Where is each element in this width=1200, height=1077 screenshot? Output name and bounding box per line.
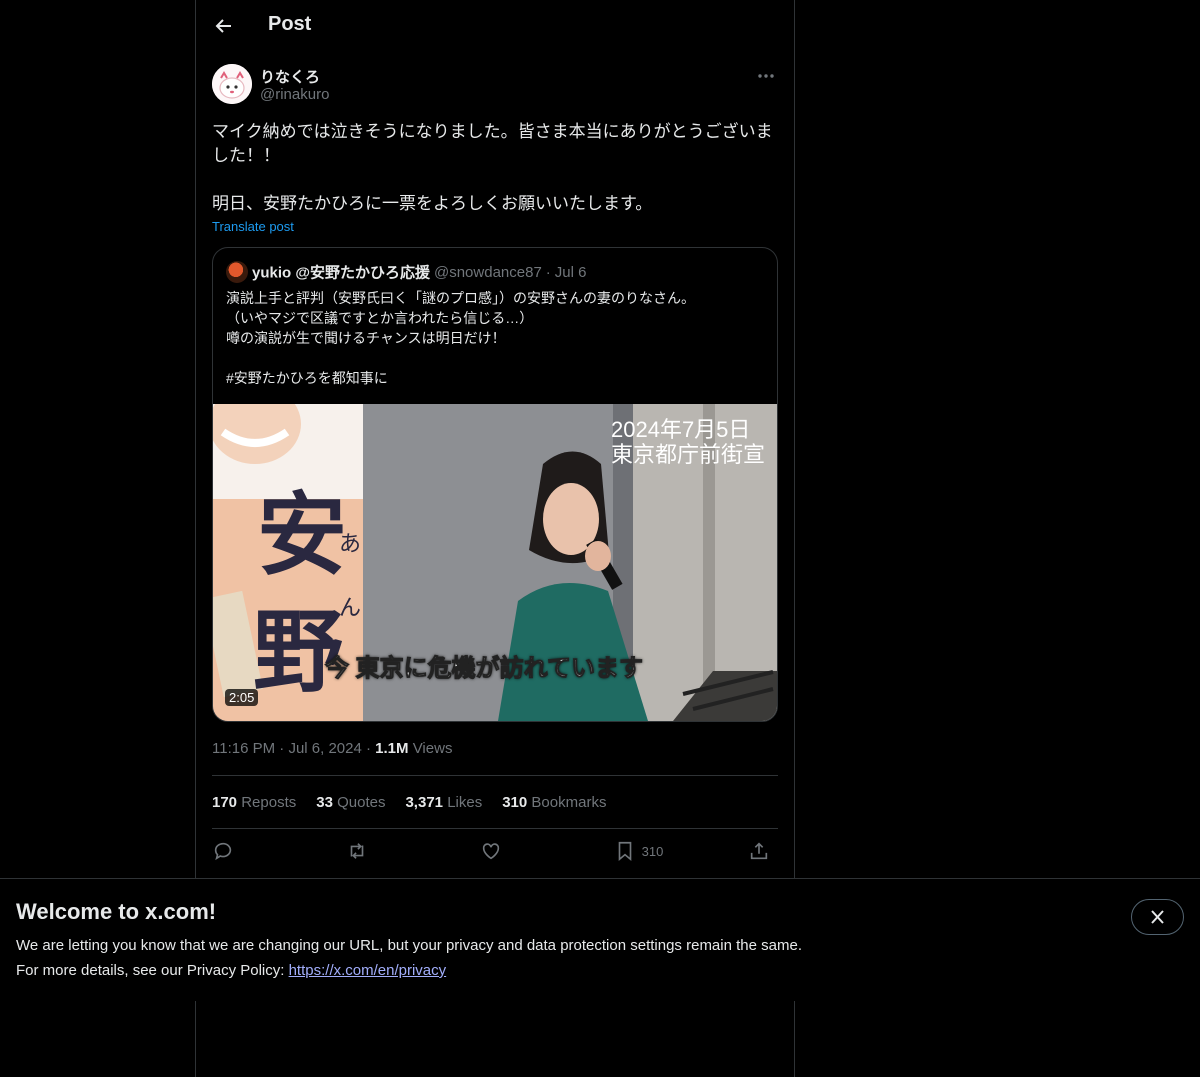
video-caption-place: 東京都庁前街宣: [611, 442, 766, 467]
avatar[interactable]: [212, 64, 252, 104]
reposts-stat[interactable]: 170 Reposts: [212, 794, 296, 811]
close-banner-button[interactable]: [1131, 899, 1184, 935]
reply-icon: [214, 842, 232, 861]
close-icon: [1151, 910, 1164, 924]
post-timestamp: 11:16 PM · Jul 6, 2024 · 1.1M Views: [212, 740, 452, 757]
back-button[interactable]: [210, 12, 238, 40]
repost-icon: [350, 843, 364, 859]
welcome-banner: Welcome to x.com! We are letting you kno…: [0, 878, 1200, 1001]
quoted-text-line: 演説上手と評判（安野氏曰く「謎のプロ感」）の安野さんの妻のりなさん。: [226, 290, 695, 306]
privacy-policy-link[interactable]: https://x.com/en/privacy: [289, 962, 447, 979]
banner-policy-line: For more details, see our Privacy Policy…: [16, 962, 446, 979]
views-count: 1.1M: [375, 740, 409, 757]
banner-character: あ: [339, 531, 362, 556]
quoted-date: Jul 6: [554, 263, 587, 281]
post-date[interactable]: Jul 6, 2024: [288, 740, 361, 757]
post-author: りなくろ @rinakuro: [212, 64, 778, 106]
separator-dot: ·: [366, 740, 376, 757]
share-button[interactable]: [748, 840, 770, 864]
post-header: Post: [196, 0, 794, 53]
page-title: Post: [268, 13, 312, 35]
more-button[interactable]: [754, 64, 778, 88]
divider: [212, 828, 778, 829]
post-text-line: 明日、安野たかひろに一票をよろしくお願いいたします。: [212, 194, 653, 213]
video-player[interactable]: 2024年7月5日 東京都庁前街宣 安 野 あ ん 今 東京に危機が訪れています…: [213, 404, 777, 721]
bookmarks-stat[interactable]: 310 Bookmarks: [502, 794, 606, 811]
video-duration: 2:05: [225, 689, 259, 706]
quoted-text: 演説上手と評判（安野氏曰く「謎のプロ感」）の安野さんの妻のりなさん。 （いやマジ…: [226, 288, 766, 388]
like-icon: [482, 843, 500, 860]
quoted-text-line: （いやマジで区議ですとか言われたら信じる…）: [226, 310, 534, 326]
banner-message: We are letting you know that we are chan…: [16, 937, 802, 954]
divider: [212, 775, 778, 776]
banner-character: 野: [253, 599, 343, 705]
translate-post-link[interactable]: Translate post: [212, 219, 294, 234]
banner-character: 安: [257, 482, 347, 588]
likes-stat[interactable]: 3,371 Likes: [405, 794, 482, 811]
hashtag-link[interactable]: #安野たかひろを都知事に: [226, 368, 766, 388]
bookmark-button[interactable]: 310: [614, 840, 663, 864]
bookmark-count: 310: [641, 843, 664, 859]
post-stats: 170 Reposts 33 Quotes 3,371 Likes 310 Bookm…: [212, 794, 626, 811]
quotes-stat[interactable]: 33 Quotes: [316, 794, 385, 811]
post-text-line: マイク納めでは泣きそうになりました。皆さま本当にありがとうございました！！: [212, 122, 773, 165]
quoted-text-line: 噂の演説が生で聞けるチャンスは明日だけ！: [226, 330, 506, 346]
more-icon: [758, 74, 774, 78]
post-text: マイク納めでは泣きそうになりました。皆さま本当にありがとうございました！！ 明日…: [212, 120, 778, 216]
display-name[interactable]: りなくろ: [260, 66, 320, 87]
banner-title: Welcome to x.com!: [16, 899, 217, 924]
user-handle[interactable]: @rinakuro: [260, 86, 329, 103]
avatar-illustration: [212, 64, 252, 104]
video-subtitle: 今 東京に危機が訪れています: [325, 655, 644, 683]
quoted-display-name: yukio @安野たかひろ応援: [252, 264, 430, 282]
views-label: Views: [412, 740, 453, 757]
action-bar: 310: [212, 840, 778, 868]
post-time[interactable]: 11:16 PM: [212, 740, 275, 757]
like-button[interactable]: [480, 840, 502, 864]
repost-button[interactable]: [346, 840, 368, 864]
banner-policy-text: For more details, see our Privacy Policy…: [16, 962, 289, 979]
quoted-avatar[interactable]: [226, 261, 248, 283]
quoted-post-header: yukio @安野たかひろ応援 @snowdance87 · Jul 6: [226, 261, 586, 283]
share-icon: [750, 842, 768, 860]
separator-dot: ·: [545, 263, 551, 281]
quoted-post[interactable]: yukio @安野たかひろ応援 @snowdance87 · Jul 6 演説上手と評…: [212, 247, 778, 722]
back-arrow-icon: [215, 19, 231, 33]
banner-character: ん: [339, 595, 362, 620]
quoted-handle: @snowdance87: [433, 263, 542, 281]
reply-button[interactable]: [212, 840, 234, 864]
bookmark-icon: [618, 841, 632, 862]
